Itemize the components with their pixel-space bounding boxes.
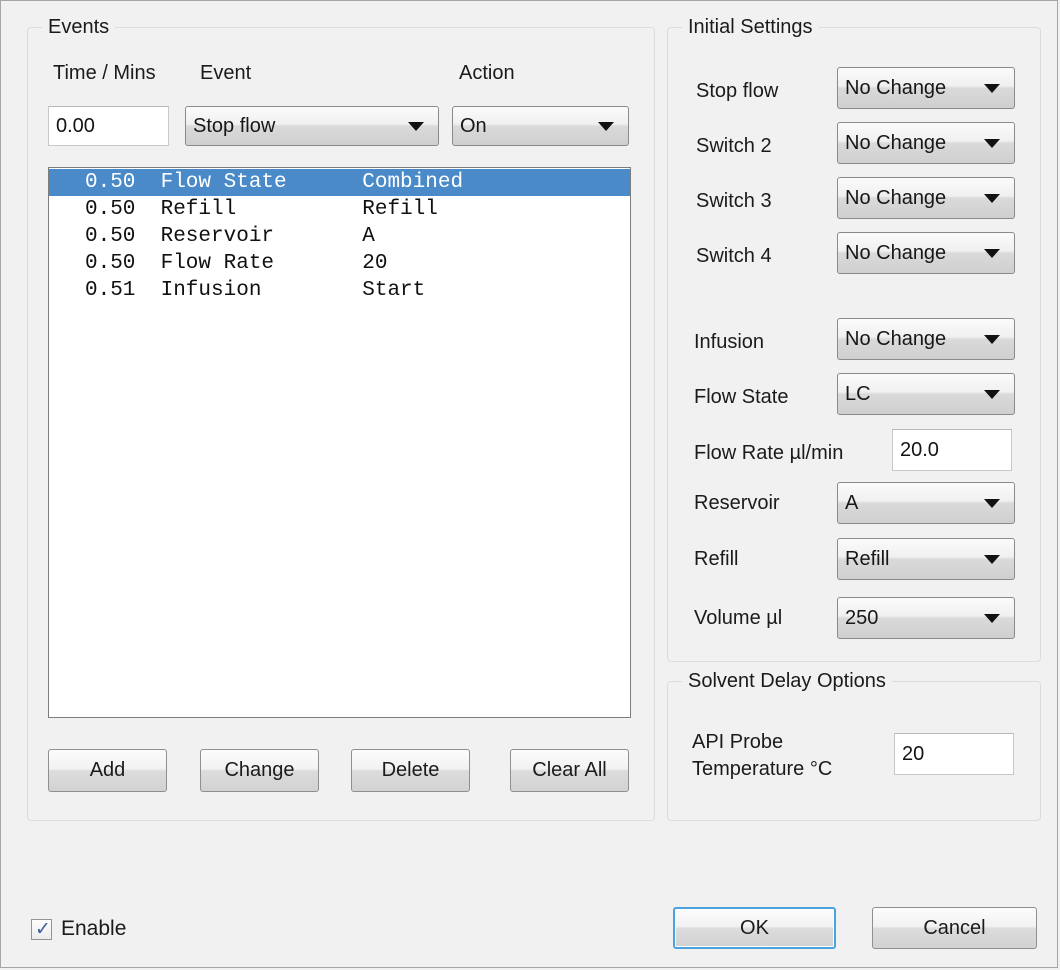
checkbox-box: ✓ bbox=[31, 917, 52, 940]
enable-checkbox[interactable]: ✓ Enable bbox=[31, 917, 126, 941]
event-list-row[interactable]: 0.50 Flow State Combined bbox=[49, 169, 630, 196]
enable-checkbox-label: Enable bbox=[61, 917, 127, 940]
stop-flow-combo[interactable]: No Change bbox=[837, 67, 1015, 109]
switch-2-label: Switch 2 bbox=[696, 135, 772, 157]
chevron-down-icon bbox=[984, 498, 1000, 508]
event-list[interactable]: 0.50 Flow State Combined 0.50 Refill Refill… bbox=[48, 167, 631, 718]
change-button[interactable]: Change bbox=[200, 749, 319, 792]
add-button[interactable]: Add bbox=[48, 749, 167, 792]
initial-settings-group-title: Initial Settings bbox=[682, 16, 819, 38]
action-column-header: Action bbox=[459, 62, 515, 84]
volume-label: Volume µl bbox=[694, 607, 783, 629]
volume-combo-value: 250 bbox=[845, 606, 879, 629]
chevron-down-icon bbox=[984, 613, 1000, 623]
switch-4-label: Switch 4 bbox=[696, 245, 772, 267]
infusion-label: Infusion bbox=[694, 331, 765, 353]
event-row-event: Reservoir bbox=[148, 225, 275, 248]
time-column-header: Time / Mins bbox=[53, 62, 156, 84]
flow-state-combo-value: LC bbox=[845, 382, 871, 405]
event-row-action: 20 bbox=[362, 252, 388, 275]
event-row-time: 0.50 bbox=[85, 225, 136, 248]
time-input[interactable]: 0.00 bbox=[48, 106, 169, 146]
event-row-time: 0.50 bbox=[85, 252, 136, 275]
stop-flow-label: Stop flow bbox=[696, 80, 779, 102]
event-row-action: Refill bbox=[362, 198, 438, 221]
chevron-down-icon bbox=[984, 83, 1000, 93]
reservoir-label: Reservoir bbox=[694, 492, 780, 514]
cancel-button[interactable]: Cancel bbox=[872, 907, 1037, 949]
events-group-title: Events bbox=[42, 16, 116, 38]
event-row-action: Combined bbox=[362, 171, 464, 194]
stop-flow-combo-value: No Change bbox=[845, 76, 947, 99]
event-list-row[interactable]: 0.50 Flow Rate 20 bbox=[49, 250, 630, 277]
chevron-down-icon bbox=[408, 121, 424, 131]
volume-combo[interactable]: 250 bbox=[837, 597, 1015, 639]
refill-label: Refill bbox=[694, 548, 739, 570]
reservoir-combo-value: A bbox=[845, 491, 859, 514]
event-combo[interactable]: Stop flow bbox=[185, 106, 439, 146]
api-probe-temperature-label-line1: API Probe bbox=[692, 731, 784, 753]
event-row-time: 0.50 bbox=[85, 198, 136, 221]
switch-4-combo[interactable]: No Change bbox=[837, 232, 1015, 274]
switch-2-combo[interactable]: No Change bbox=[837, 122, 1015, 164]
event-list-row[interactable]: 0.51 Infusion Start bbox=[49, 277, 630, 304]
event-row-action: A bbox=[362, 225, 375, 248]
check-icon: ✓ bbox=[35, 917, 51, 940]
clear-all-button[interactable]: Clear All bbox=[510, 749, 629, 792]
event-column-header: Event bbox=[200, 62, 252, 84]
event-row-event: Refill bbox=[148, 198, 237, 221]
chevron-down-icon bbox=[984, 248, 1000, 258]
switch-3-label: Switch 3 bbox=[696, 190, 772, 212]
chevron-down-icon bbox=[984, 193, 1000, 203]
chevron-down-icon bbox=[598, 121, 614, 131]
action-combo-value: On bbox=[460, 114, 487, 137]
event-row-time: 0.50 bbox=[85, 171, 136, 194]
ok-button[interactable]: OK bbox=[673, 907, 836, 949]
solvent-delay-group-title: Solvent Delay Options bbox=[682, 670, 892, 692]
event-row-action: Start bbox=[362, 279, 426, 302]
method-events-dialog: Events Time / Mins Event Action 0.00 Sto… bbox=[0, 0, 1058, 968]
event-row-event: Flow Rate bbox=[148, 252, 275, 275]
refill-combo[interactable]: Refill bbox=[837, 538, 1015, 580]
event-list-row[interactable]: 0.50 Refill Refill bbox=[49, 196, 630, 223]
switch-2-combo-value: No Change bbox=[845, 131, 947, 154]
infusion-combo-value: No Change bbox=[845, 327, 947, 350]
event-list-row[interactable]: 0.50 Reservoir A bbox=[49, 223, 630, 250]
event-combo-value: Stop flow bbox=[193, 114, 276, 137]
flow-state-label: Flow State bbox=[694, 386, 789, 408]
switch-3-combo-value: No Change bbox=[845, 186, 947, 209]
infusion-combo[interactable]: No Change bbox=[837, 318, 1015, 360]
api-probe-temperature-label-line2: Temperature °C bbox=[692, 758, 833, 780]
action-combo[interactable]: On bbox=[452, 106, 629, 146]
flow-rate-input[interactable]: 20.0 bbox=[892, 429, 1012, 471]
delete-button[interactable]: Delete bbox=[351, 749, 470, 792]
chevron-down-icon bbox=[984, 554, 1000, 564]
event-row-event: Infusion bbox=[148, 279, 262, 302]
event-row-time: 0.51 bbox=[85, 279, 136, 302]
chevron-down-icon bbox=[984, 334, 1000, 344]
switch-4-combo-value: No Change bbox=[845, 241, 947, 264]
chevron-down-icon bbox=[984, 389, 1000, 399]
chevron-down-icon bbox=[984, 138, 1000, 148]
event-row-event: Flow State bbox=[148, 171, 287, 194]
api-probe-temperature-input[interactable]: 20 bbox=[894, 733, 1014, 775]
reservoir-combo[interactable]: A bbox=[837, 482, 1015, 524]
refill-combo-value: Refill bbox=[845, 547, 890, 570]
flow-state-combo[interactable]: LC bbox=[837, 373, 1015, 415]
switch-3-combo[interactable]: No Change bbox=[837, 177, 1015, 219]
flow-rate-label: Flow Rate µl/min bbox=[694, 442, 844, 464]
